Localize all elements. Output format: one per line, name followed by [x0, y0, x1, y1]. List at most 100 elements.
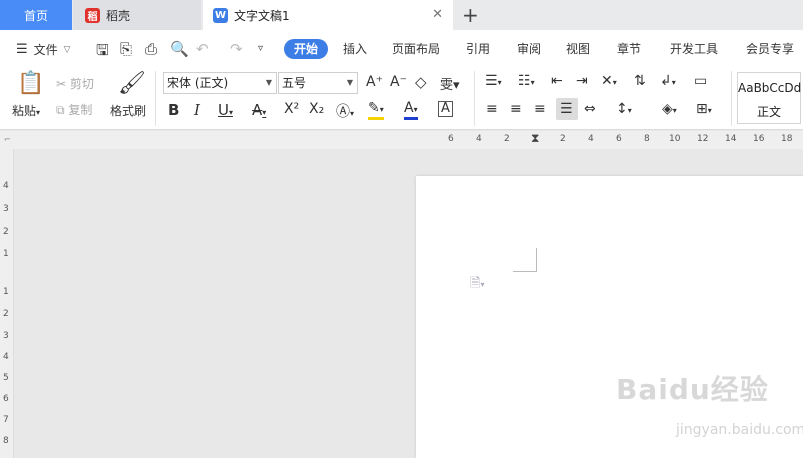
tab-references[interactable]: 引用	[466, 39, 490, 59]
export-pdf-icon[interactable]: ⎘	[120, 40, 132, 58]
tab-review[interactable]: 审阅	[517, 39, 541, 59]
paste-button[interactable]: 粘贴▾	[12, 102, 40, 119]
ruler-tick: 3	[3, 204, 9, 214]
pinyin-guide-icon[interactable]: 雯▾	[440, 74, 460, 93]
ribbon-divider	[155, 71, 156, 126]
font-name-value: 宋体 (正文)	[167, 76, 229, 90]
tab-member[interactable]: 会员专享	[746, 39, 794, 59]
strikethrough-icon[interactable]: A▾	[252, 101, 266, 119]
underline-icon[interactable]: U▾	[218, 101, 233, 119]
file-menu-button[interactable]: ☰ 文件 ▽	[16, 41, 71, 58]
ruler-tick: 6	[3, 394, 9, 404]
tab-daoke[interactable]: 稻 稻壳	[73, 0, 201, 30]
ruler-tick: 2	[3, 309, 9, 319]
ruler-tick: 2	[3, 227, 9, 237]
highlight-icon[interactable]: ✎▾	[368, 101, 384, 120]
writer-doc-icon: W	[213, 7, 228, 23]
paste-icon[interactable]: 📋	[17, 71, 44, 96]
quick-access-more-icon[interactable]: ▿	[258, 43, 263, 54]
print-icon[interactable]: ⎙	[145, 40, 157, 58]
decrease-indent-icon[interactable]: ⇤	[551, 73, 563, 89]
character-border-icon[interactable]: A	[438, 101, 453, 117]
daoke-icon: 稻	[85, 7, 100, 23]
tab-stop-selector-icon[interactable]: ⌐	[4, 135, 11, 144]
sort-icon[interactable]: ⇅	[634, 73, 646, 89]
watermark-logo: Baidu经验	[616, 373, 769, 406]
tab-page-layout[interactable]: 页面布局	[392, 39, 440, 59]
document-page[interactable]	[416, 176, 803, 458]
italic-icon[interactable]: I	[194, 101, 200, 119]
format-painter-icon[interactable]: 🖌	[118, 71, 146, 96]
indent-marker-icon[interactable]: ⧗	[531, 131, 539, 146]
bold-icon[interactable]: B	[168, 101, 179, 119]
font-name-select[interactable]: 宋体 (正文) ▼	[163, 72, 277, 94]
tab-developer[interactable]: 开发工具	[670, 39, 718, 59]
borders-icon[interactable]: ⊞▾	[696, 101, 712, 117]
clear-format-icon[interactable]: ◇	[415, 73, 427, 91]
save-icon[interactable]: 🖫	[96, 40, 109, 65]
watermark-url: jingyan.baidu.com	[676, 422, 803, 438]
chinese-layout-icon[interactable]: ✕▾	[601, 73, 617, 89]
file-menu-label: 文件	[33, 43, 58, 57]
increase-indent-icon[interactable]: ⇥	[576, 73, 588, 89]
cut-button[interactable]: ✂ 剪切	[56, 75, 94, 92]
ruler-tick: 18	[781, 134, 793, 144]
shrink-font-icon[interactable]: A⁻	[390, 74, 407, 90]
ruler-tick: 16	[753, 134, 765, 144]
tab-insert[interactable]: 插入	[343, 39, 367, 59]
ruler-icon[interactable]: ▭	[694, 73, 707, 89]
ruler-tick: 2	[560, 134, 566, 144]
chevron-down-icon: ▽	[63, 44, 71, 55]
justify-icon[interactable]: ☰	[560, 101, 573, 117]
tab-daoke-label: 稻壳	[106, 8, 131, 23]
align-right-icon[interactable]: ≡	[534, 101, 546, 117]
tab-document-label: 文字文稿1	[234, 8, 290, 23]
font-color-icon[interactable]: A▾	[404, 101, 418, 120]
style-normal[interactable]: AaBbCcDd 正文	[737, 72, 801, 124]
horizontal-ruler[interactable]: ⌐ 6 4 2 ⧗ 2 4 6 8 10 12 14 16 18	[0, 131, 803, 149]
print-preview-icon[interactable]: 🔍	[170, 40, 189, 58]
ruler-tick: 3	[3, 331, 9, 341]
ruler-tick: 8	[3, 436, 9, 446]
ruler-tick: 8	[644, 134, 650, 144]
ruler-tick: 4	[3, 352, 9, 362]
margin-corner-mark	[513, 248, 537, 272]
paragraph-layout-icon[interactable]: 🗎▾	[470, 274, 484, 296]
undo-icon[interactable]: ↶	[196, 40, 209, 58]
text-effect-icon[interactable]: Ⓐ▾	[336, 101, 354, 121]
scissors-icon: ✂	[56, 77, 67, 91]
vertical-ruler[interactable]: 4 3 2 1 1 2 3 4 5 6 7 8	[0, 149, 14, 458]
ruler-tick: 1	[3, 249, 9, 259]
cut-label: 剪切	[69, 77, 94, 91]
tab-document[interactable]: W 文字文稿1 ✕	[203, 0, 453, 30]
ruler-tick: 12	[697, 134, 709, 144]
ruler-tick: 6	[448, 134, 454, 144]
copy-icon: ⧉	[56, 103, 65, 117]
ruler-tick: 4	[3, 181, 9, 191]
tab-start[interactable]: 开始	[284, 39, 329, 59]
shading-icon[interactable]: ◈▾	[662, 101, 677, 117]
show-hide-marks-icon[interactable]: ↲▾	[660, 73, 676, 89]
font-size-value: 五号	[282, 76, 307, 90]
font-size-select[interactable]: 五号 ▼	[278, 72, 358, 94]
ribbon-toolbar: 📋 粘贴▾ ✂ 剪切 ⧉ 复制 🖌 格式刷 宋体 (正文) ▼ 五号 ▼ A⁺ …	[0, 67, 803, 130]
redo-icon[interactable]: ↷	[230, 40, 243, 58]
ruler-tick: 1	[3, 287, 9, 297]
align-center-icon[interactable]: ≡	[510, 101, 522, 117]
close-tab-icon[interactable]: ✕	[432, 7, 443, 22]
add-tab-icon[interactable]: +	[462, 3, 479, 27]
format-painter-button[interactable]: 格式刷	[110, 102, 146, 119]
bullet-list-icon[interactable]: ☰▾	[485, 73, 502, 89]
grow-font-icon[interactable]: A⁺	[366, 74, 383, 90]
copy-button[interactable]: ⧉ 复制	[56, 101, 92, 118]
ruler-tick: 5	[3, 373, 9, 383]
numbered-list-icon[interactable]: ☷▾	[518, 73, 535, 89]
superscript-icon[interactable]: X²	[284, 101, 299, 117]
tab-view[interactable]: 视图	[566, 39, 590, 59]
subscript-icon[interactable]: X₂	[309, 101, 324, 117]
tab-section[interactable]: 章节	[617, 39, 641, 59]
align-left-icon[interactable]: ≡	[486, 101, 498, 117]
line-spacing-icon[interactable]: ↕▾	[616, 101, 632, 117]
distributed-align-icon[interactable]: ⇔	[584, 101, 596, 117]
tab-home[interactable]: 首页	[0, 0, 72, 30]
